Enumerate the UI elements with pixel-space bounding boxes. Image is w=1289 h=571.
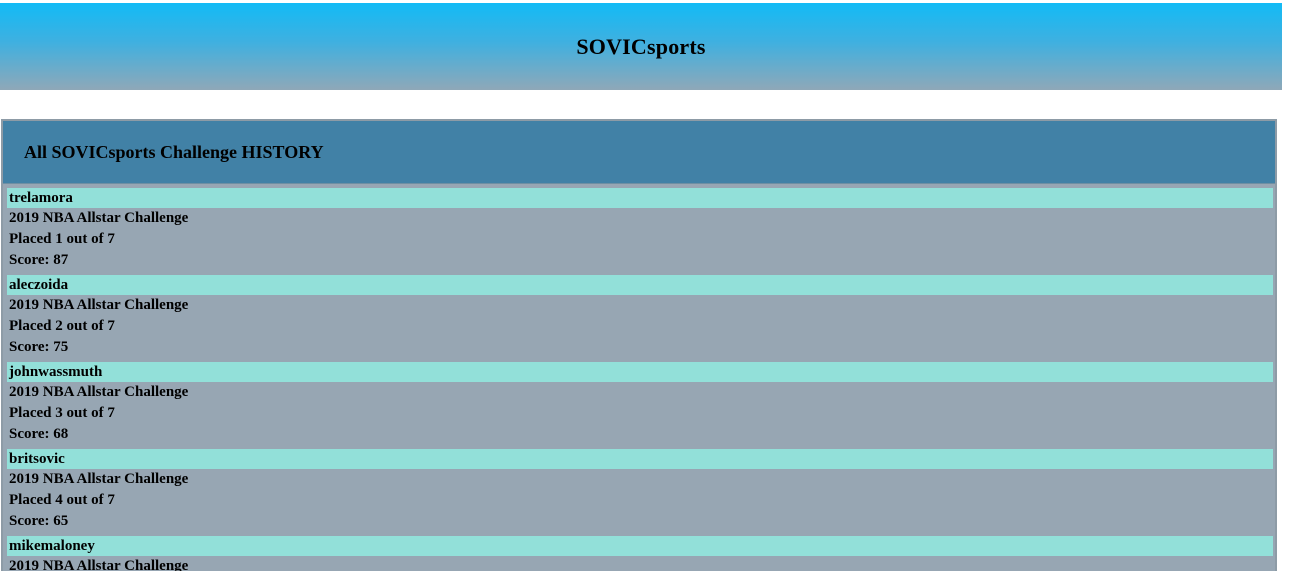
history-entry: johnwassmuth 2019 NBA Allstar Challenge …	[7, 362, 1273, 445]
entry-username: trelamora	[7, 188, 1273, 208]
challenge-history-panel: All SOVICsports Challenge HISTORY trelam…	[1, 119, 1277, 571]
entry-challenge: 2019 NBA Allstar Challenge	[9, 558, 189, 571]
history-entry: britsovic 2019 NBA Allstar Challenge Pla…	[7, 449, 1273, 532]
panel-title: All SOVICsports Challenge HISTORY	[24, 141, 324, 162]
page: SOVICsports All SOVICsports Challenge HI…	[0, 0, 1289, 571]
history-entry: mikemaloney 2019 NBA Allstar Challenge	[7, 536, 1273, 571]
entry-challenge: 2019 NBA Allstar Challenge	[9, 297, 189, 313]
panel-header: All SOVICsports Challenge HISTORY	[3, 121, 1275, 184]
entry-placement: Placed 3 out of 7	[9, 405, 115, 421]
history-list: trelamora 2019 NBA Allstar Challenge Pla…	[3, 184, 1275, 571]
entry-challenge: 2019 NBA Allstar Challenge	[9, 210, 189, 226]
entry-username: johnwassmuth	[7, 362, 1273, 382]
entry-placement: Placed 4 out of 7	[9, 492, 115, 508]
entry-challenge: 2019 NBA Allstar Challenge	[9, 384, 189, 400]
entry-score: Score: 87	[9, 252, 69, 268]
entry-username: britsovic	[7, 449, 1273, 469]
entry-challenge: 2019 NBA Allstar Challenge	[9, 471, 189, 487]
site-header: SOVICsports	[0, 3, 1282, 90]
entry-placement: Placed 1 out of 7	[9, 231, 115, 247]
entry-placement: Placed 2 out of 7	[9, 318, 115, 334]
entry-score: Score: 75	[9, 339, 69, 355]
history-entry: aleczoida 2019 NBA Allstar Challenge Pla…	[7, 275, 1273, 358]
history-entry: trelamora 2019 NBA Allstar Challenge Pla…	[7, 188, 1273, 271]
entry-username: mikemaloney	[7, 536, 1273, 556]
entry-username: aleczoida	[7, 275, 1273, 295]
entry-score: Score: 65	[9, 513, 69, 529]
site-title: SOVICsports	[576, 33, 706, 59]
entry-score: Score: 68	[9, 426, 69, 442]
